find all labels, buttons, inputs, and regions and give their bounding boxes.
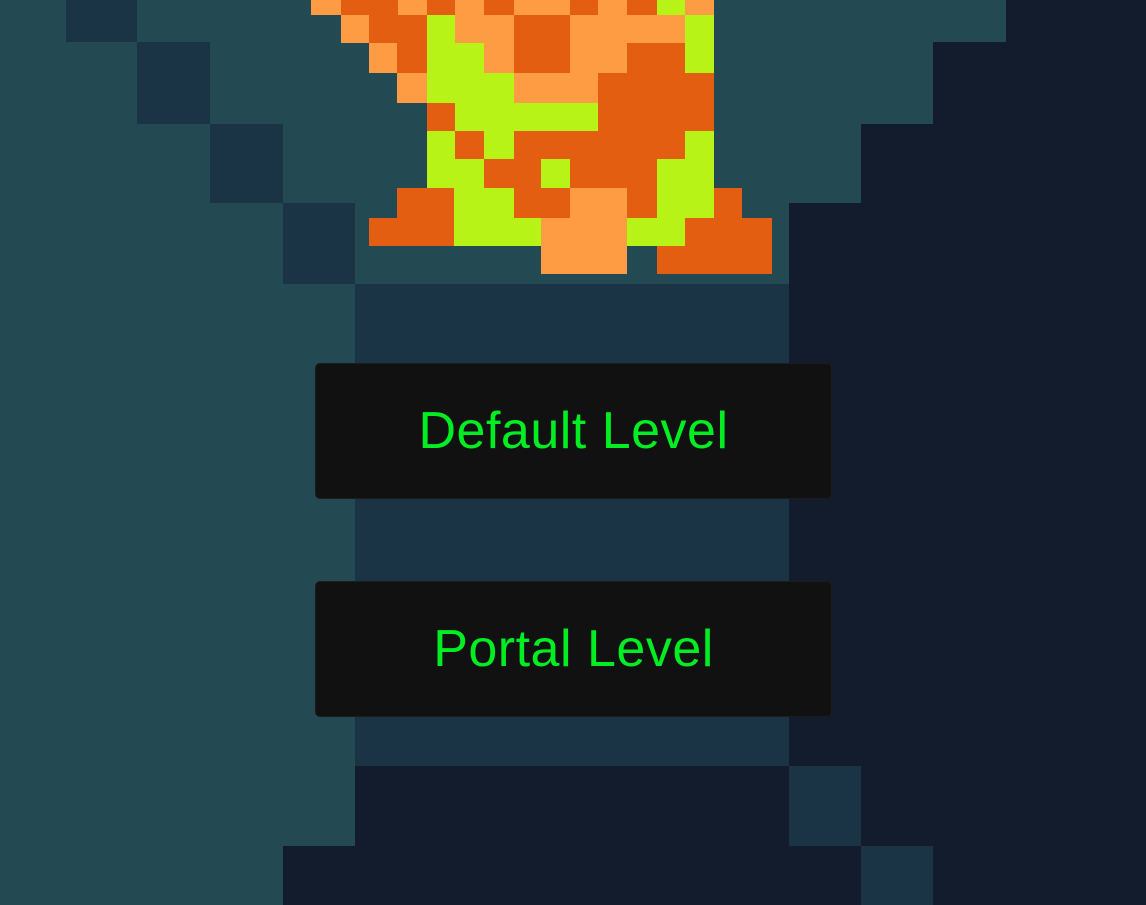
default-level-label: Default Level [418,402,729,460]
portal-level-label: Portal Level [433,620,714,678]
navy-stair-block [789,766,861,846]
portal-level-button[interactable]: Portal Level [315,581,832,717]
game-screen: Default Level Portal Level [0,0,1146,905]
default-level-button[interactable]: Default Level [315,363,832,499]
navy-stair-block [861,846,933,905]
